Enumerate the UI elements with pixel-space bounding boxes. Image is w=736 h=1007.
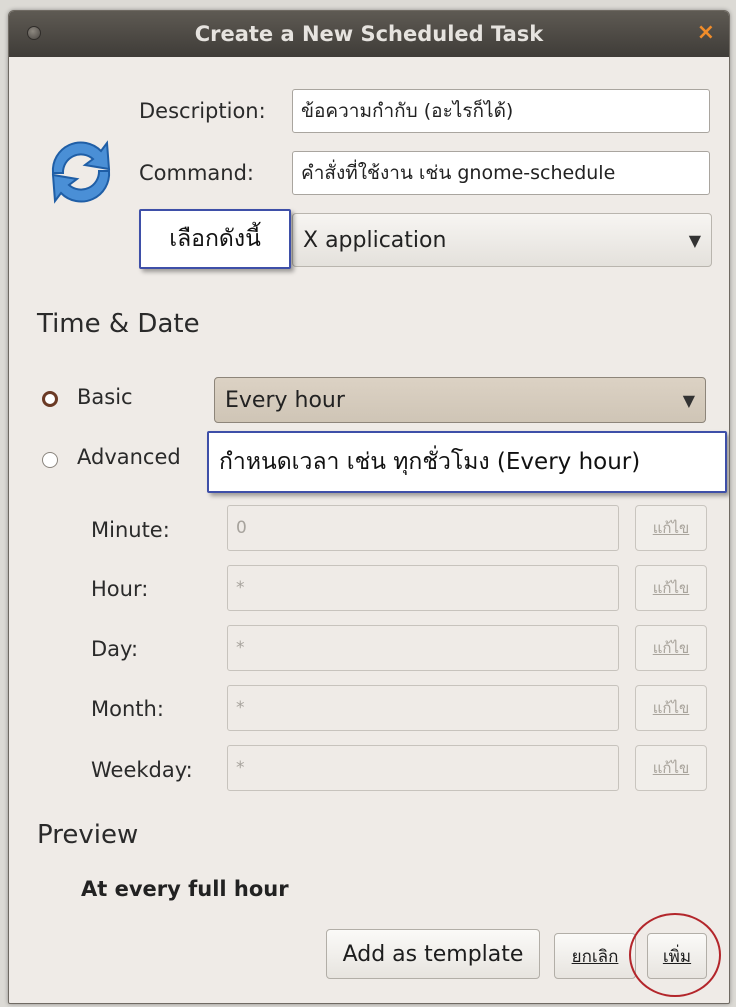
callout-choose: เลือกดังนี้ (139, 209, 291, 269)
advanced-label: Advanced (77, 445, 181, 469)
window-menu-icon[interactable] (27, 26, 41, 40)
cancel-button[interactable]: ยกเลิก (554, 933, 636, 979)
task-type-value: X application (303, 227, 447, 253)
time-date-heading: Time & Date (37, 309, 200, 339)
weekday-label: Weekday: (91, 758, 193, 782)
month-edit-button[interactable]: แก้ไข (635, 685, 707, 731)
window-title: Create a New Scheduled Task (194, 22, 544, 46)
minute-label: Minute: (91, 518, 170, 542)
basic-label: Basic (77, 385, 133, 409)
weekday-field[interactable]: * (227, 745, 619, 791)
advanced-radio[interactable] (42, 452, 58, 468)
day-edit-button[interactable]: แก้ไข (635, 625, 707, 671)
description-label: Description: (139, 99, 266, 123)
title-bar: Create a New Scheduled Task × (9, 11, 729, 57)
chevron-down-icon: ▼ (688, 230, 701, 250)
day-field[interactable]: * (227, 625, 619, 671)
month-field[interactable]: * (227, 685, 619, 731)
preview-heading: Preview (37, 820, 139, 850)
task-type-combo[interactable]: X application ▼ (292, 213, 712, 267)
hour-field[interactable]: * (227, 565, 619, 611)
basic-frequency-value: Every hour (225, 387, 345, 413)
scheduled-task-dialog: Create a New Scheduled Task × Descriptio… (8, 10, 730, 1004)
preview-text: At every full hour (81, 877, 289, 901)
month-label: Month: (91, 697, 164, 721)
minute-field[interactable]: 0 (227, 505, 619, 551)
refresh-icon (45, 135, 117, 213)
command-label: Command: (139, 161, 255, 185)
close-icon[interactable]: × (697, 20, 715, 45)
hour-edit-button[interactable]: แก้ไข (635, 565, 707, 611)
basic-radio[interactable] (42, 391, 58, 407)
add-as-template-button[interactable]: Add as template (326, 929, 540, 979)
minute-edit-button[interactable]: แก้ไข (635, 505, 707, 551)
hour-label: Hour: (91, 577, 149, 601)
highlight-circle (629, 913, 721, 997)
day-label: Day: (91, 637, 139, 661)
chevron-down-icon: ▼ (682, 390, 695, 410)
basic-frequency-combo[interactable]: Every hour ▼ (214, 377, 706, 423)
command-field[interactable]: คำสั่งที่ใช้งาน เช่น gnome-schedule (292, 151, 710, 195)
description-field[interactable]: ข้อความกำกับ (อะไรก็ได้) (292, 89, 710, 133)
weekday-edit-button[interactable]: แก้ไข (635, 745, 707, 791)
callout-set-time: กำหนดเวลา เช่น ทุกชั่วโมง (Every hour) (207, 431, 727, 493)
